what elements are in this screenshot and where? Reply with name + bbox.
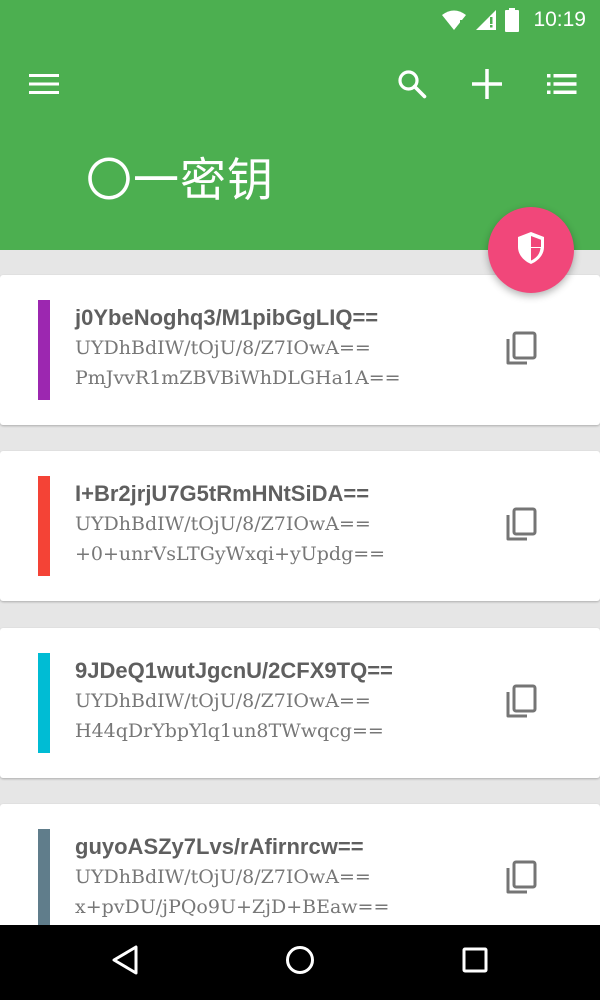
key-card[interactable]: guyoASZy7Lvs/rAfirnrcw== UYDhBdIW/tOjU/8… [0,804,600,925]
copy-icon [505,684,537,723]
add-icon [471,68,503,100]
key-card[interactable]: j0YbeNoghq3/M1pibGgLIQ== UYDhBdIW/tOjU/8… [0,275,600,425]
copy-button[interactable] [496,678,546,728]
key-title: 9JDeQ1wutJgcnU/2CFX9TQ== [75,658,393,683]
add-button[interactable] [459,56,515,112]
key-line-1: UYDhBdIW/tOjU/8/Z7IOwA== [75,866,371,888]
back-button[interactable] [75,925,175,1000]
copy-icon [505,860,537,899]
shield-fab-button[interactable] [488,207,574,293]
color-bar [38,476,50,576]
key-line-1: UYDhBdIW/tOjU/8/Z7IOwA== [75,513,371,535]
key-title: guyoASZy7Lvs/rAfirnrcw== [75,834,364,859]
home-icon [285,945,315,980]
color-bar [38,300,50,400]
list-view-button[interactable] [534,56,590,112]
battery-icon [505,8,520,32]
list-view-icon [547,73,577,95]
key-line-2: H44qDrYbpYlq1un8TWwqcg== [75,720,384,742]
copy-button[interactable] [496,854,546,904]
page-title: 〇一密钥 [86,153,274,207]
copy-icon [505,331,537,370]
key-card[interactable]: 9JDeQ1wutJgcnU/2CFX9TQ== UYDhBdIW/tOjU/8… [0,628,600,778]
key-line-2: +0+unrVsLTGyWxqi+yUpdg== [75,543,386,565]
key-line-2: PmJvvR1mZBVBiWhDLGHa1A== [75,367,401,389]
status-bar: 10:19 [0,0,600,40]
menu-icon [28,72,60,96]
search-button[interactable] [384,56,440,112]
key-line-1: UYDhBdIW/tOjU/8/Z7IOwA== [75,337,371,359]
menu-button[interactable] [16,56,72,112]
shield-icon [516,231,546,270]
signal-icon [475,9,497,31]
recents-button[interactable] [425,925,525,1000]
status-time: 10:19 [533,8,586,31]
toolbar [0,56,600,112]
key-line-1: UYDhBdIW/tOjU/8/Z7IOwA== [75,690,371,712]
copy-button[interactable] [496,501,546,551]
recents-icon [462,947,488,978]
back-icon [111,945,139,980]
color-bar [38,829,50,925]
copy-button[interactable] [496,325,546,375]
key-title: I+Br2jrjU7G5tRmHNtSiDA== [75,481,370,506]
color-bar [38,653,50,753]
key-list[interactable]: j0YbeNoghq3/M1pibGgLIQ== UYDhBdIW/tOjU/8… [0,250,600,925]
wifi-icon [441,9,467,31]
search-icon [397,69,427,99]
home-button[interactable] [250,925,350,1000]
key-card[interactable]: I+Br2jrjU7G5tRmHNtSiDA== UYDhBdIW/tOjU/8… [0,451,600,601]
copy-icon [505,507,537,546]
navigation-bar [0,925,600,1000]
key-line-2: x+pvDU/jPQo9U+ZjD+BEaw== [75,896,390,918]
key-title: j0YbeNoghq3/M1pibGgLIQ== [75,305,379,330]
